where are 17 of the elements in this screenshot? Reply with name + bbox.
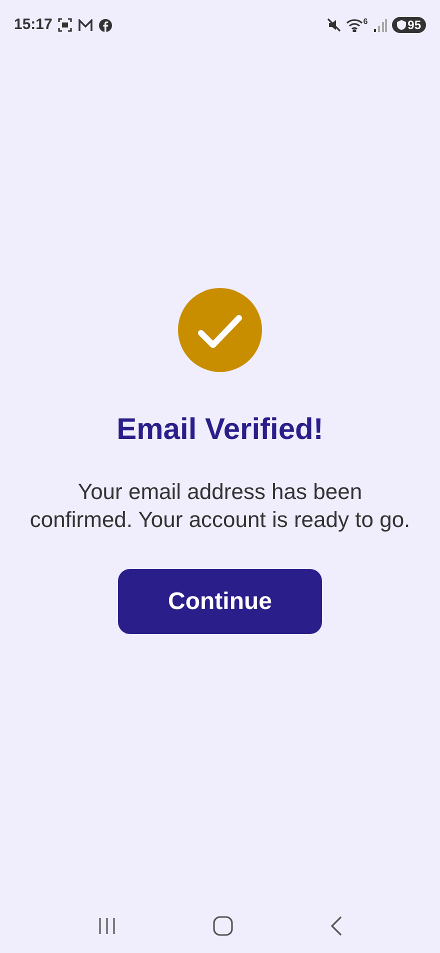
mail-icon [78, 18, 94, 32]
wifi-icon [346, 18, 364, 32]
circle-f-icon [99, 18, 112, 32]
wifi-label: 6 [363, 18, 368, 26]
continue-button[interactable]: Continue [118, 569, 322, 634]
back-icon[interactable] [330, 916, 342, 936]
check-circle-icon [178, 288, 262, 372]
shield-icon [396, 20, 406, 30]
page-title: Email Verified! [116, 412, 324, 448]
status-time: 15:17 [14, 14, 52, 35]
signal-icon [372, 18, 387, 32]
battery-level: 95 [408, 19, 421, 31]
confirmation-message: Your email address has been confirmed. Your account is ready to go. [28, 478, 412, 534]
mute-icon [327, 18, 342, 32]
screenshot-icon [58, 18, 72, 32]
recent-apps-icon[interactable] [98, 916, 116, 934]
home-icon[interactable] [212, 916, 233, 936]
